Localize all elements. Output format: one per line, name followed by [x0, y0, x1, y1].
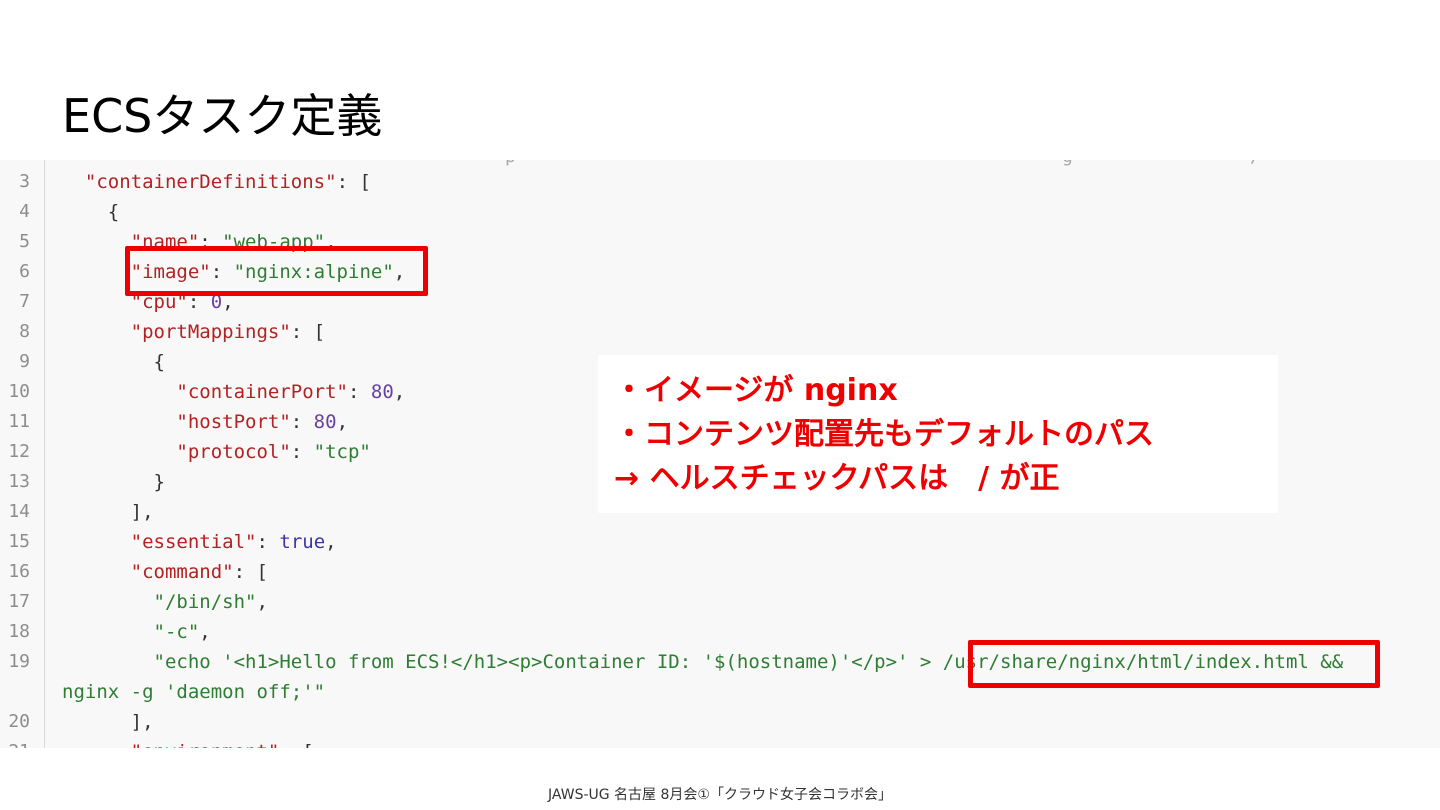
- line-number: 10: [8, 381, 30, 402]
- code-token: :: [290, 441, 314, 463]
- code-token: {: [62, 351, 165, 373]
- code-text: "essential": true,: [62, 527, 337, 557]
- line-number: 6: [19, 261, 30, 282]
- code-token: ,: [336, 411, 349, 433]
- code-token: : [: [290, 321, 326, 343]
- line-number: 11: [8, 411, 30, 432]
- code-token: "containerDefinitions": [84, 171, 337, 193]
- code-token: "command": [130, 561, 234, 583]
- line-number: 21: [0, 737, 30, 748]
- code-token: "portMappings": [130, 321, 291, 343]
- content-path-highlight-box: [968, 640, 1380, 688]
- callout-line-image: ・イメージが nginx: [614, 373, 898, 408]
- code-token: "containerPort": [176, 381, 348, 403]
- code-token: ,: [199, 621, 211, 643]
- code-line: 20 ],: [0, 707, 1440, 737]
- code-token: "hostPort": [176, 411, 291, 433]
- code-text: "containerPort": 80,: [62, 377, 405, 407]
- line-number: 7: [19, 291, 30, 312]
- line-number: 5: [19, 231, 30, 252]
- code-text: "environment": [: [62, 737, 314, 748]
- code-text: ],: [62, 497, 154, 527]
- code-line: 4 {: [0, 197, 1440, 227]
- slide-title: ECSタスク定義: [62, 89, 383, 143]
- line-number: 20: [8, 711, 30, 732]
- code-token: true: [279, 531, 326, 553]
- code-text: "command": [: [62, 557, 268, 587]
- code-token: "/bin/sh": [153, 591, 257, 613]
- line-number: 9: [19, 351, 30, 372]
- image-highlight-box: [125, 246, 428, 296]
- code-text: "protocol": "tcp": [62, 437, 371, 467]
- code-text: nginx -g 'daemon off;'": [62, 677, 325, 707]
- code-token: :: [290, 411, 314, 433]
- code-token: ],: [62, 711, 154, 733]
- code-line: 3 "containerDefinitions": [: [0, 167, 1440, 197]
- callout-line-content-path: ・コンテンツ配置先もデフォルトのパス: [614, 417, 1154, 452]
- code-text: {: [62, 347, 165, 377]
- code-line: 16 "command": [: [0, 557, 1440, 587]
- line-number: 3: [19, 171, 30, 192]
- code-line: 17 "/bin/sh",: [0, 587, 1440, 617]
- code-token: {: [62, 201, 120, 223]
- line-number: 16: [8, 561, 30, 582]
- code-token: ,: [393, 381, 406, 403]
- code-token: : [: [233, 561, 268, 583]
- code-text: "-c",: [62, 617, 211, 647]
- code-token: 80: [313, 411, 337, 433]
- code-text: {: [62, 197, 119, 227]
- code-text: "/bin/sh",: [62, 587, 268, 617]
- line-number: 19: [8, 651, 30, 672]
- line-number: 8: [19, 321, 30, 342]
- code-line: 8 "portMappings": [: [0, 317, 1440, 347]
- code-token: "environment": [131, 741, 280, 748]
- code-token: : [: [336, 171, 371, 193]
- line-number: 14: [8, 501, 30, 522]
- line-number: 18: [8, 621, 30, 642]
- code-text: }: [62, 467, 165, 497]
- code-text: ],: [62, 707, 154, 737]
- code-token: ,: [256, 591, 268, 613]
- slide-footer: JAWS-UG 名古屋 8月会①「クラウド女子会コラボ会」: [548, 787, 892, 803]
- clipped-previous-line: p g /: [0, 160, 1440, 167]
- code-token: "essential": [130, 531, 257, 553]
- code-token: : [: [279, 741, 313, 748]
- code-token: "-c": [153, 621, 200, 643]
- code-token: :: [347, 381, 371, 403]
- line-number: 13: [8, 471, 30, 492]
- callout-note: ・イメージが nginx ・コンテンツ配置先もデフォルトのパス → ヘルスチェッ…: [598, 355, 1278, 513]
- code-text: "portMappings": [: [62, 317, 325, 347]
- code-token: nginx -g 'daemon off;'": [62, 681, 326, 703]
- code-token: 80: [370, 381, 394, 403]
- code-token: ],: [62, 501, 154, 523]
- line-number: 4: [19, 201, 30, 222]
- code-token: }: [62, 471, 165, 493]
- callout-line-healthcheck: → ヘルスチェックパスは / が正: [614, 461, 1060, 496]
- code-line: 21 "environment": [: [0, 737, 1440, 748]
- code-token: "protocol": [176, 441, 291, 463]
- line-number: 15: [8, 531, 30, 552]
- code-token: ,: [325, 531, 337, 553]
- line-number: 17: [8, 591, 30, 612]
- code-text: "hostPort": 80,: [62, 407, 348, 437]
- code-text: "containerDefinitions": [: [62, 167, 371, 197]
- code-token: :: [256, 531, 280, 553]
- code-line: 15 "essential": true,: [0, 527, 1440, 557]
- code-token: "tcp": [313, 441, 371, 463]
- line-number: 12: [8, 441, 30, 462]
